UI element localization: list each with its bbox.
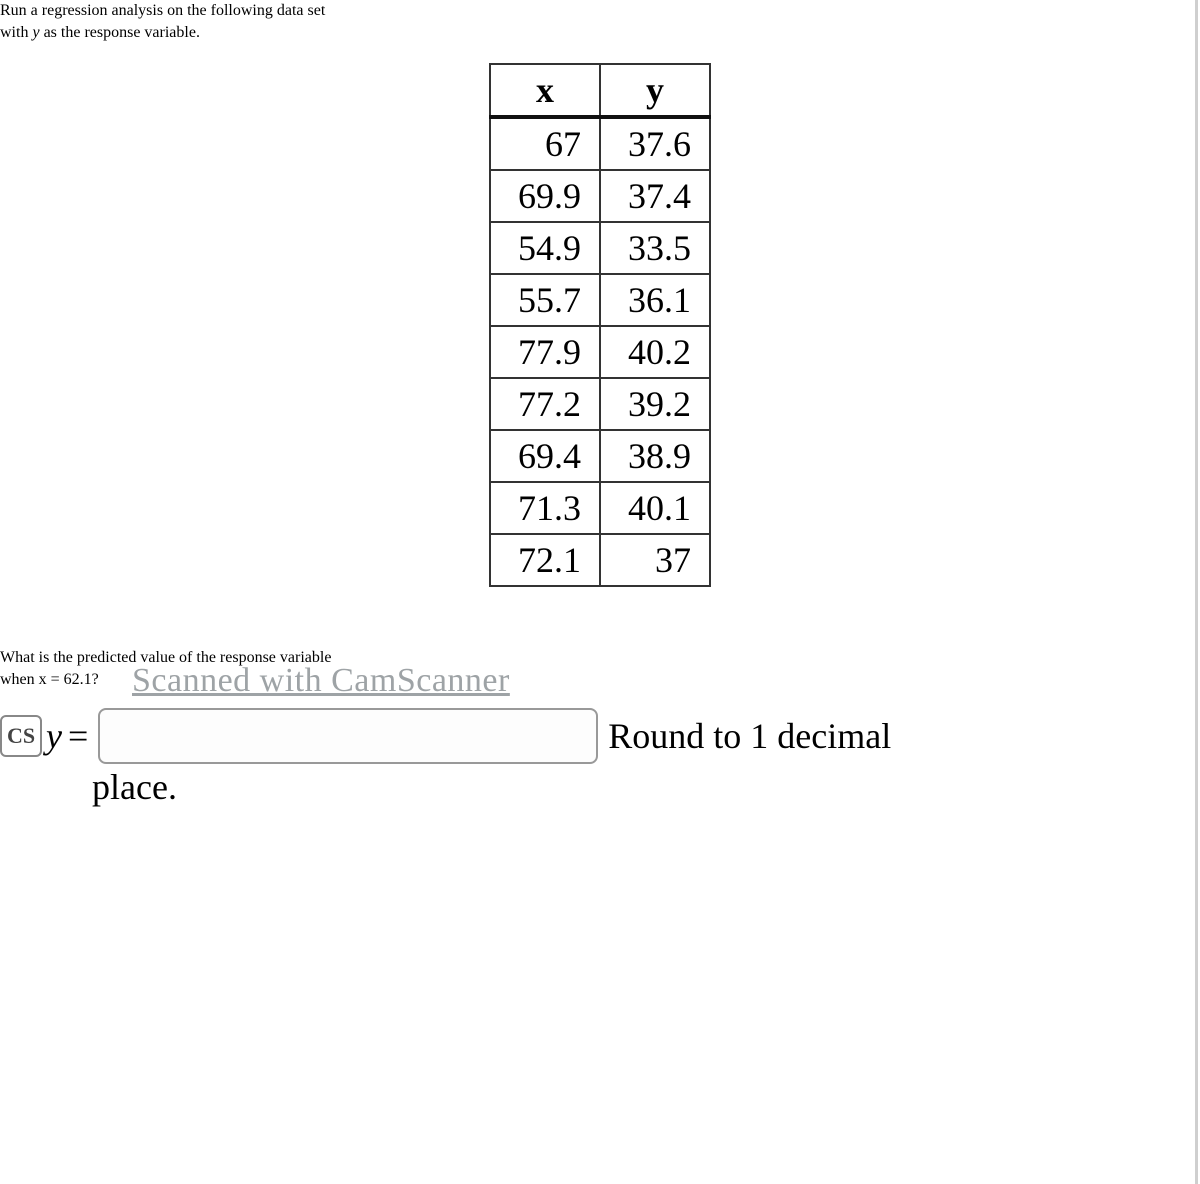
camscanner-badge-icon: CS (0, 715, 42, 757)
table-row: 55.736.1 (490, 274, 710, 326)
question-line1: What is the predicted value of the respo… (0, 649, 331, 666)
cell-x: 69.4 (490, 430, 600, 482)
table-row: 71.340.1 (490, 482, 710, 534)
cell-y: 38.9 (600, 430, 710, 482)
table-header-x: x (490, 64, 600, 117)
instruction-line1: Run a regression analysis on the followi… (0, 2, 325, 19)
place-text: place. (92, 766, 1200, 808)
cell-y: 39.2 (600, 378, 710, 430)
cell-x: 71.3 (490, 482, 600, 534)
instruction-with-suffix: as the response variable. (40, 24, 200, 41)
y-equals-label: y (46, 715, 88, 757)
cell-y: 37.6 (600, 117, 710, 170)
cell-x: 54.9 (490, 222, 600, 274)
table-row: 72.137 (490, 534, 710, 586)
table-row: 54.933.5 (490, 222, 710, 274)
cell-x: 55.7 (490, 274, 600, 326)
cell-y: 37 (600, 534, 710, 586)
table-row: 77.239.2 (490, 378, 710, 430)
data-table: x y 6737.6 69.937.4 54.933.5 55.736.1 77… (489, 63, 711, 587)
page-right-border (1195, 0, 1198, 1184)
table-header-y: y (600, 64, 710, 117)
table-row: 69.937.4 (490, 170, 710, 222)
cell-y: 40.2 (600, 326, 710, 378)
table-header-row: x y (490, 64, 710, 117)
instruction-text: Run a regression analysis on the followi… (0, 0, 1200, 43)
table-row: 69.438.9 (490, 430, 710, 482)
table-row: 6737.6 (490, 117, 710, 170)
cell-x: 77.2 (490, 378, 600, 430)
question-line2: when x = 62.1? (0, 671, 99, 688)
instruction-with-prefix: with (0, 24, 32, 41)
cell-x: 67 (490, 117, 600, 170)
cell-y: 40.1 (600, 482, 710, 534)
table-row: 77.940.2 (490, 326, 710, 378)
question-text: What is the predicted value of the respo… (0, 647, 1200, 690)
cell-y: 33.5 (600, 222, 710, 274)
cell-y: 37.4 (600, 170, 710, 222)
answer-block: Scanned with CamScanner CS y Round to 1 … (0, 708, 1200, 808)
answer-row: CS y Round to 1 decimal (0, 708, 1200, 764)
cell-x: 69.9 (490, 170, 600, 222)
round-instruction: Round to 1 decimal (608, 715, 891, 757)
table-body: 6737.6 69.937.4 54.933.5 55.736.1 77.940… (490, 117, 710, 586)
answer-input[interactable] (98, 708, 598, 764)
cell-x: 72.1 (490, 534, 600, 586)
cell-x: 77.9 (490, 326, 600, 378)
instruction-y-var: y (32, 24, 39, 41)
cell-y: 36.1 (600, 274, 710, 326)
